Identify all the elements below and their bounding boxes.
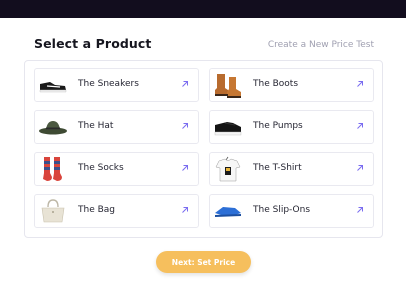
- product-item-boots[interactable]: The Boots: [209, 68, 374, 102]
- arrow-up-right-icon: [182, 165, 188, 171]
- arrow-up-right-icon: [357, 165, 363, 171]
- product-item-sneakers[interactable]: The Sneakers: [34, 68, 199, 102]
- page-title: Select a Product: [34, 36, 152, 51]
- arrow-up-right-icon: [357, 81, 363, 87]
- next-set-price-button[interactable]: Next: Set Price: [156, 251, 251, 273]
- arrow-up-right-icon: [182, 123, 188, 129]
- sneakers-icon: [39, 82, 67, 93]
- top-bar: [0, 0, 406, 18]
- tshirt-icon: [215, 156, 241, 182]
- product-item-pumps[interactable]: The Pumps: [209, 110, 374, 144]
- slipons-icon: [215, 207, 241, 217]
- product-label: The Boots: [253, 79, 299, 89]
- boots-icon: [215, 74, 241, 98]
- product-label: The Socks: [78, 163, 124, 173]
- pumps-icon: [214, 122, 242, 136]
- product-label: The Hat: [78, 121, 114, 131]
- product-item-slipons[interactable]: The Slip-Ons: [209, 194, 374, 228]
- product-item-socks[interactable]: The Socks: [34, 152, 199, 186]
- product-label: The Bag: [78, 205, 116, 215]
- arrow-up-right-icon: [357, 123, 363, 129]
- product-label: The Pumps: [253, 121, 303, 131]
- product-grid: The Sneakers The Boots The Hat The Pumps…: [24, 60, 383, 238]
- product-label: The T-Shirt: [253, 163, 302, 173]
- product-item-bag[interactable]: The Bag: [34, 194, 199, 228]
- arrow-up-right-icon: [182, 207, 188, 213]
- product-label: The Slip-Ons: [253, 205, 311, 215]
- hat-icon: [39, 121, 67, 135]
- product-item-hat[interactable]: The Hat: [34, 110, 199, 144]
- arrow-up-right-icon: [357, 207, 363, 213]
- product-label: The Sneakers: [78, 79, 139, 89]
- product-item-tshirt[interactable]: The T-Shirt: [209, 152, 374, 186]
- create-price-test-link[interactable]: Create a New Price Test: [268, 40, 374, 50]
- socks-icon: [43, 157, 62, 181]
- arrow-up-right-icon: [182, 81, 188, 87]
- bag-icon: [41, 199, 65, 223]
